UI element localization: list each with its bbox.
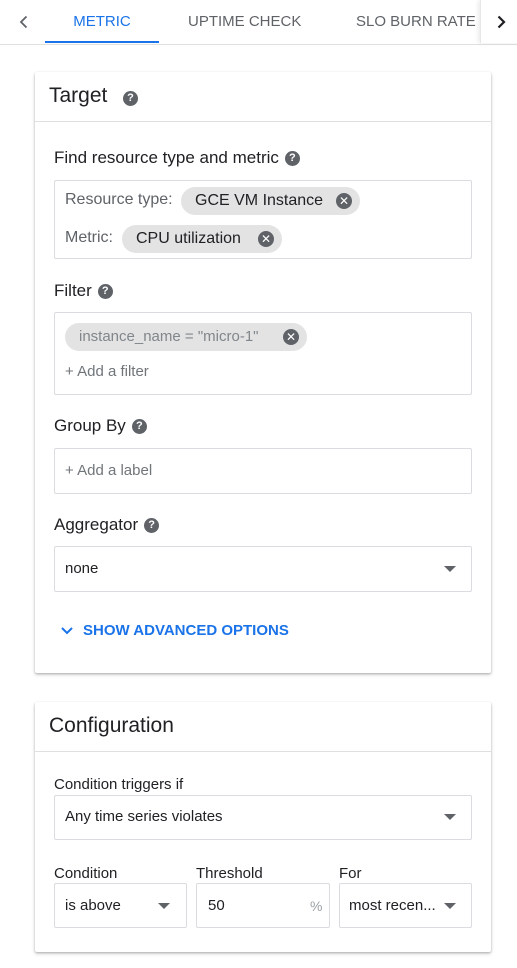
add-filter-button[interactable]: + Add a filter — [65, 363, 149, 380]
chevron-left-icon — [19, 15, 28, 28]
aggregator-select[interactable] — [54, 546, 472, 592]
show-advanced-options-link[interactable]: SHOW ADVANCED OPTIONS — [61, 622, 289, 639]
group-by-label: Group By? — [54, 416, 147, 436]
resource-type-key: Resource type: — [65, 191, 173, 208]
target-title: Target — [49, 84, 108, 107]
condition-triggers-value: Any time series violates — [65, 808, 223, 825]
dropdown-arrow-icon — [158, 903, 170, 909]
metric-chip-label: CPU utilization — [136, 230, 241, 247]
metric-chip[interactable]: CPU utilization ✕ — [122, 225, 282, 253]
add-label-placeholder: + Add a label — [65, 462, 153, 479]
group-by-label-text: Group By — [54, 416, 126, 435]
aggregator-label-text: Aggregator — [54, 515, 139, 534]
help-icon[interactable]: ? — [284, 151, 300, 167]
find-resource-label-text: Find resource type and metric — [54, 148, 279, 167]
dropdown-arrow-icon — [444, 903, 456, 909]
condition-triggers-label: Condition triggers if — [54, 776, 184, 793]
tab-slo-burn-rate[interactable]: SLO BURN RATE — [356, 0, 476, 43]
for-value: most recen... — [349, 897, 436, 914]
tabs-scroll-left-button[interactable] — [4, 0, 44, 43]
filter-chip-label: instance_name = "micro-1" — [79, 328, 259, 345]
filter-label: Filter? — [54, 281, 113, 301]
resource-type-chip[interactable]: GCE VM Instance ✕ — [181, 187, 360, 215]
threshold-value: 50 — [208, 897, 225, 914]
aggregator-label: Aggregator? — [54, 515, 160, 535]
configuration-title: Configuration — [49, 714, 174, 737]
target-card-header: Target ? — [35, 72, 491, 122]
configuration-card-header: Configuration — [35, 702, 491, 752]
find-resource-label: Find resource type and metric? — [54, 148, 300, 168]
filter-label-text: Filter — [54, 281, 92, 300]
tab-bar: METRIC UPTIME CHECK SLO BURN RATE — [0, 0, 517, 45]
tabs-scroll-right-button[interactable] — [480, 0, 517, 43]
tab-uptime-check[interactable]: UPTIME CHECK — [188, 0, 301, 43]
dropdown-arrow-icon — [444, 814, 456, 820]
chevron-down-icon — [61, 627, 73, 635]
close-icon[interactable]: ✕ — [283, 329, 299, 345]
help-icon[interactable]: ? — [131, 419, 147, 435]
help-icon[interactable]: ? — [144, 518, 160, 534]
for-label: For — [339, 865, 362, 882]
chevron-right-icon — [497, 15, 506, 28]
help-icon[interactable]: ? — [97, 284, 113, 300]
show-advanced-options-label: SHOW ADVANCED OPTIONS — [83, 622, 289, 639]
close-icon[interactable]: ✕ — [336, 193, 352, 209]
dropdown-arrow-icon — [444, 566, 456, 572]
threshold-unit: % — [310, 898, 323, 914]
filter-chip[interactable]: instance_name = "micro-1" ✕ — [65, 323, 307, 351]
metric-key: Metric: — [65, 229, 113, 246]
condition-value: is above — [65, 897, 121, 914]
condition-label: Condition — [54, 865, 118, 882]
close-icon[interactable]: ✕ — [258, 231, 274, 247]
threshold-label: Threshold — [196, 865, 263, 882]
tab-metric[interactable]: METRIC — [45, 0, 159, 43]
resource-type-chip-label: GCE VM Instance — [195, 192, 324, 209]
help-icon[interactable]: ? — [123, 91, 138, 106]
aggregator-value: none — [65, 560, 99, 577]
